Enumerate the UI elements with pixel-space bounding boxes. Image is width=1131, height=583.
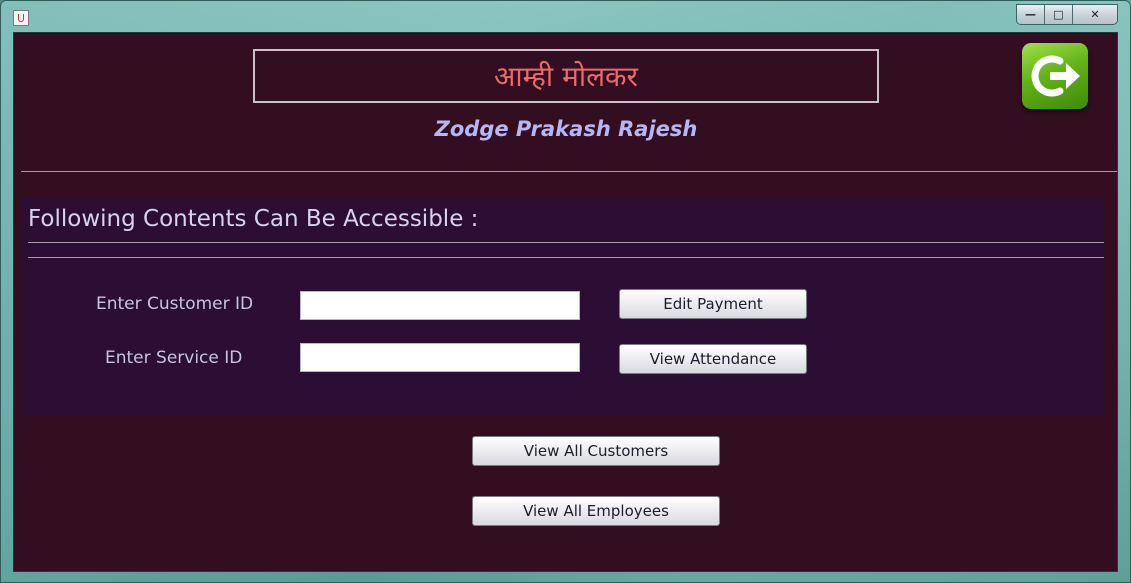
- edit-payment-button[interactable]: Edit Payment: [619, 289, 807, 319]
- header-divider: [21, 171, 1117, 172]
- maximize-button[interactable]: □: [1045, 5, 1073, 24]
- service-id-label: Enter Service ID: [105, 348, 243, 368]
- view-attendance-button[interactable]: View Attendance: [619, 344, 807, 374]
- panel-heading: Following Contents Can Be Accessible :: [28, 206, 479, 232]
- access-panel: Following Contents Can Be Accessible : E…: [22, 198, 1104, 416]
- window-controls: — □ ✕: [1016, 4, 1118, 25]
- view-all-employees-button[interactable]: View All Employees: [472, 496, 720, 526]
- minimize-button[interactable]: —: [1017, 5, 1045, 24]
- user-name: Zodge Prakash Rajesh: [434, 117, 698, 141]
- close-button[interactable]: ✕: [1073, 5, 1117, 24]
- title-bar[interactable]: — □ ✕: [1, 1, 1131, 31]
- app-window: — □ ✕ आम्ही मोलकर Zodge Prakash Rajesh F…: [0, 0, 1131, 583]
- app-title: आम्ही मोलकर: [253, 49, 879, 103]
- logout-icon: [1031, 55, 1080, 97]
- main-content: आम्ही मोलकर Zodge Prakash Rajesh Followi…: [13, 32, 1118, 572]
- panel-divider-bottom: [28, 257, 1104, 258]
- customer-id-label: Enter Customer ID: [96, 294, 254, 314]
- view-all-customers-button[interactable]: View All Customers: [472, 436, 720, 466]
- logout-button[interactable]: [1022, 43, 1088, 109]
- customer-id-input[interactable]: [300, 291, 580, 320]
- panel-divider-top: [28, 242, 1104, 243]
- service-id-input[interactable]: [300, 343, 580, 372]
- java-app-icon: [13, 10, 29, 26]
